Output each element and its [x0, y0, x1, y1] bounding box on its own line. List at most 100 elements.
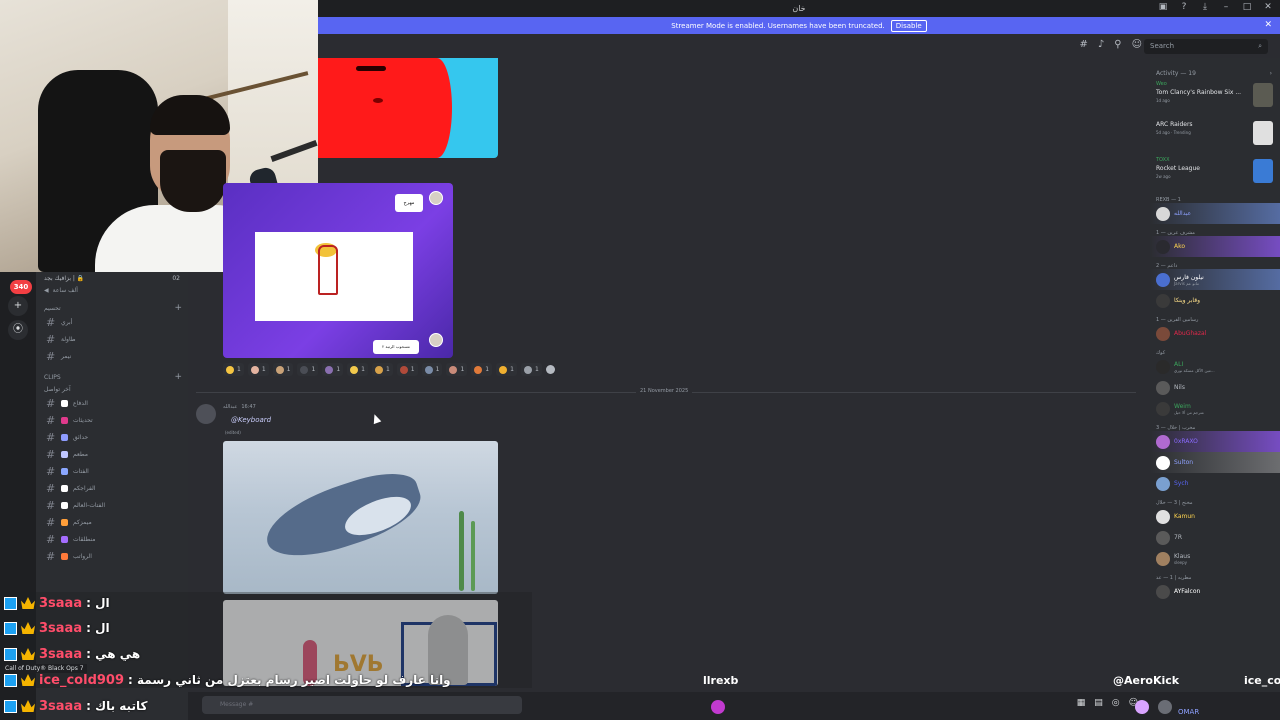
badge-icon [4, 621, 17, 635]
activity-card[interactable]: Weo Tom Clancy's Rainbow Six ... 1d ago [1150, 77, 1280, 115]
reaction-button[interactable]: 1 [496, 363, 517, 376]
search-icon: ⌕ [1258, 42, 1262, 50]
activity-card[interactable]: ARC Raiders 5d ago · Trending [1150, 115, 1280, 153]
member-item[interactable]: Nils [1150, 377, 1280, 398]
member-group-header: مخنج | 3 — خلال [1156, 500, 1193, 506]
channel-item[interactable]: # الفتات-العالم [36, 497, 188, 514]
discover-icon[interactable]: ⦿ [8, 320, 28, 340]
reaction-count: 1 [510, 366, 514, 373]
speaker-icon: ◀ [44, 286, 49, 294]
member-item[interactable]: Kamun [1150, 506, 1280, 527]
chat-text: : ال [86, 596, 110, 610]
add-channel-icon[interactable]: + [174, 372, 182, 382]
channel-item[interactable]: # ميمزكم [36, 514, 188, 531]
red-drawing-image[interactable] [318, 58, 498, 158]
member-item[interactable]: وقابر وينكا [1150, 290, 1280, 311]
member-name: عبدالله [1174, 210, 1192, 217]
reaction-button[interactable]: 1 [223, 363, 244, 376]
voice-user[interactable]: ◀ ألف ساعة [36, 284, 188, 296]
member-item[interactable]: Klaus sleepy [1150, 548, 1280, 569]
avatar[interactable] [196, 404, 216, 424]
whale-drawing-image[interactable] [223, 441, 498, 594]
sub-category[interactable]: آخر تواصل [36, 383, 188, 395]
channel-item[interactable]: # تحديثات [36, 412, 188, 429]
sticker-icon[interactable]: ◎ [1112, 698, 1120, 708]
member-name: وقابر وينكا [1174, 297, 1201, 304]
message-input[interactable]: Message # [202, 696, 522, 714]
channel-item[interactable]: # الرواتب [36, 548, 188, 565]
channel-item[interactable]: # طاولة [36, 331, 188, 348]
member-item[interactable]: AYFalcon [1150, 581, 1280, 602]
member-text: 7R [1174, 534, 1182, 541]
pin-icon[interactable]: ⚲ [1114, 39, 1121, 50]
clips-category-header[interactable]: CLIPS + [36, 371, 188, 383]
add-channel-icon[interactable]: + [174, 303, 182, 313]
add-reaction-icon[interactable] [545, 365, 555, 374]
member-item[interactable]: عبدالله [1150, 203, 1280, 224]
member-item[interactable]: Sych [1150, 473, 1280, 494]
channel-item[interactable]: # أبري [36, 314, 188, 331]
member-item[interactable]: Weim مترجم من ألا حيل [1150, 398, 1280, 419]
download-icon[interactable]: ⤓ [1199, 2, 1211, 12]
close-banner-icon[interactable]: ✕ [1264, 20, 1272, 30]
category-header[interactable]: تحسيم + [36, 302, 188, 314]
member-item[interactable]: 7R [1150, 527, 1280, 548]
reaction-button[interactable]: 1 [520, 363, 542, 376]
members-icon[interactable]: ☺ [1132, 39, 1142, 50]
member-text: ALI مين الأكل مسكة نوري... [1174, 361, 1215, 373]
reaction-button[interactable]: 1 [471, 363, 493, 376]
member-item[interactable]: نيلون فارس Jarvis مانو عم [1150, 269, 1280, 290]
reaction-button[interactable]: 1 [446, 363, 468, 376]
threads-icon[interactable]: # [1079, 39, 1087, 50]
disable-streamer-mode-button[interactable]: Disable [890, 19, 927, 32]
reaction-button[interactable]: 1 [297, 363, 319, 376]
reaction-count: 1 [336, 366, 341, 373]
reaction-button[interactable]: 1 [371, 363, 393, 376]
help-icon[interactable]: ? [1178, 2, 1190, 12]
gif-icon[interactable]: ▤ [1094, 698, 1103, 708]
channel-item[interactable]: # الفتات [36, 463, 188, 480]
reaction-button[interactable]: 1 [396, 363, 418, 376]
sub-category-label: آخر تواصل [44, 385, 71, 393]
close-icon[interactable]: ✕ [1262, 2, 1274, 12]
member-text: وقابر وينكا [1174, 297, 1200, 304]
member-item[interactable]: AbuGhazal [1150, 323, 1280, 344]
message-author[interactable]: عبدالله [223, 404, 237, 410]
reaction-button[interactable]: 1 [272, 363, 294, 376]
search-input[interactable]: Search ⌕ [1144, 39, 1268, 54]
activity-card[interactable]: TOXX Rocket League 2w ago [1150, 153, 1280, 191]
hash-icon: # [46, 550, 56, 563]
minimize-icon[interactable]: – [1220, 2, 1232, 12]
channel-item[interactable]: # مطعم [36, 446, 188, 463]
channel-item[interactable]: # نيمر [36, 348, 188, 365]
reaction-button[interactable]: 1 [247, 363, 269, 376]
member-item[interactable]: Ako [1150, 236, 1280, 257]
reaction-button[interactable]: 1 [347, 363, 368, 376]
seaweed [459, 511, 464, 591]
mute-icon[interactable]: ♪ [1098, 39, 1104, 50]
member-text: AYFalcon [1174, 588, 1200, 595]
channel-item[interactable]: # الفراجكم [36, 480, 188, 497]
channel-list: # الدفاع # تحديثات # حدائق # مطعم # الفتات # الفراج… [36, 395, 188, 565]
add-server-icon[interactable]: + [8, 296, 28, 316]
channel-item[interactable]: # الدفاع [36, 395, 188, 412]
member-item[interactable]: Sulton [1150, 452, 1280, 473]
reaction-emoji-icon [226, 365, 234, 374]
stream-chat-message: 3saaa: ال [4, 592, 110, 614]
reaction-button[interactable]: 1 [421, 363, 443, 376]
chevron-right-icon[interactable]: › [1270, 70, 1272, 77]
member-status: sleepy [1174, 559, 1188, 565]
maximize-icon[interactable]: □ [1241, 2, 1253, 12]
member-item[interactable]: 0xRAXO [1150, 431, 1280, 452]
reaction-button[interactable]: 1 [322, 363, 344, 376]
chat-username: 3saaa [39, 620, 83, 636]
inbox-icon[interactable]: ▣ [1157, 2, 1169, 12]
purple-game-screenshot[interactable]: مهرج مسحوب الرتبة ٢ [223, 183, 453, 358]
channel-item[interactable]: # منطلقات [36, 531, 188, 548]
hash-icon: # [46, 316, 56, 329]
reaction-count: 1 [311, 366, 316, 373]
gift-icon[interactable]: ▦ [1077, 698, 1086, 708]
channel-item[interactable]: # حدائق [36, 429, 188, 446]
member-item[interactable]: ALI مين الأكل مسكة نوري... [1150, 356, 1280, 377]
user-mention[interactable]: @Keyboard [231, 416, 271, 424]
